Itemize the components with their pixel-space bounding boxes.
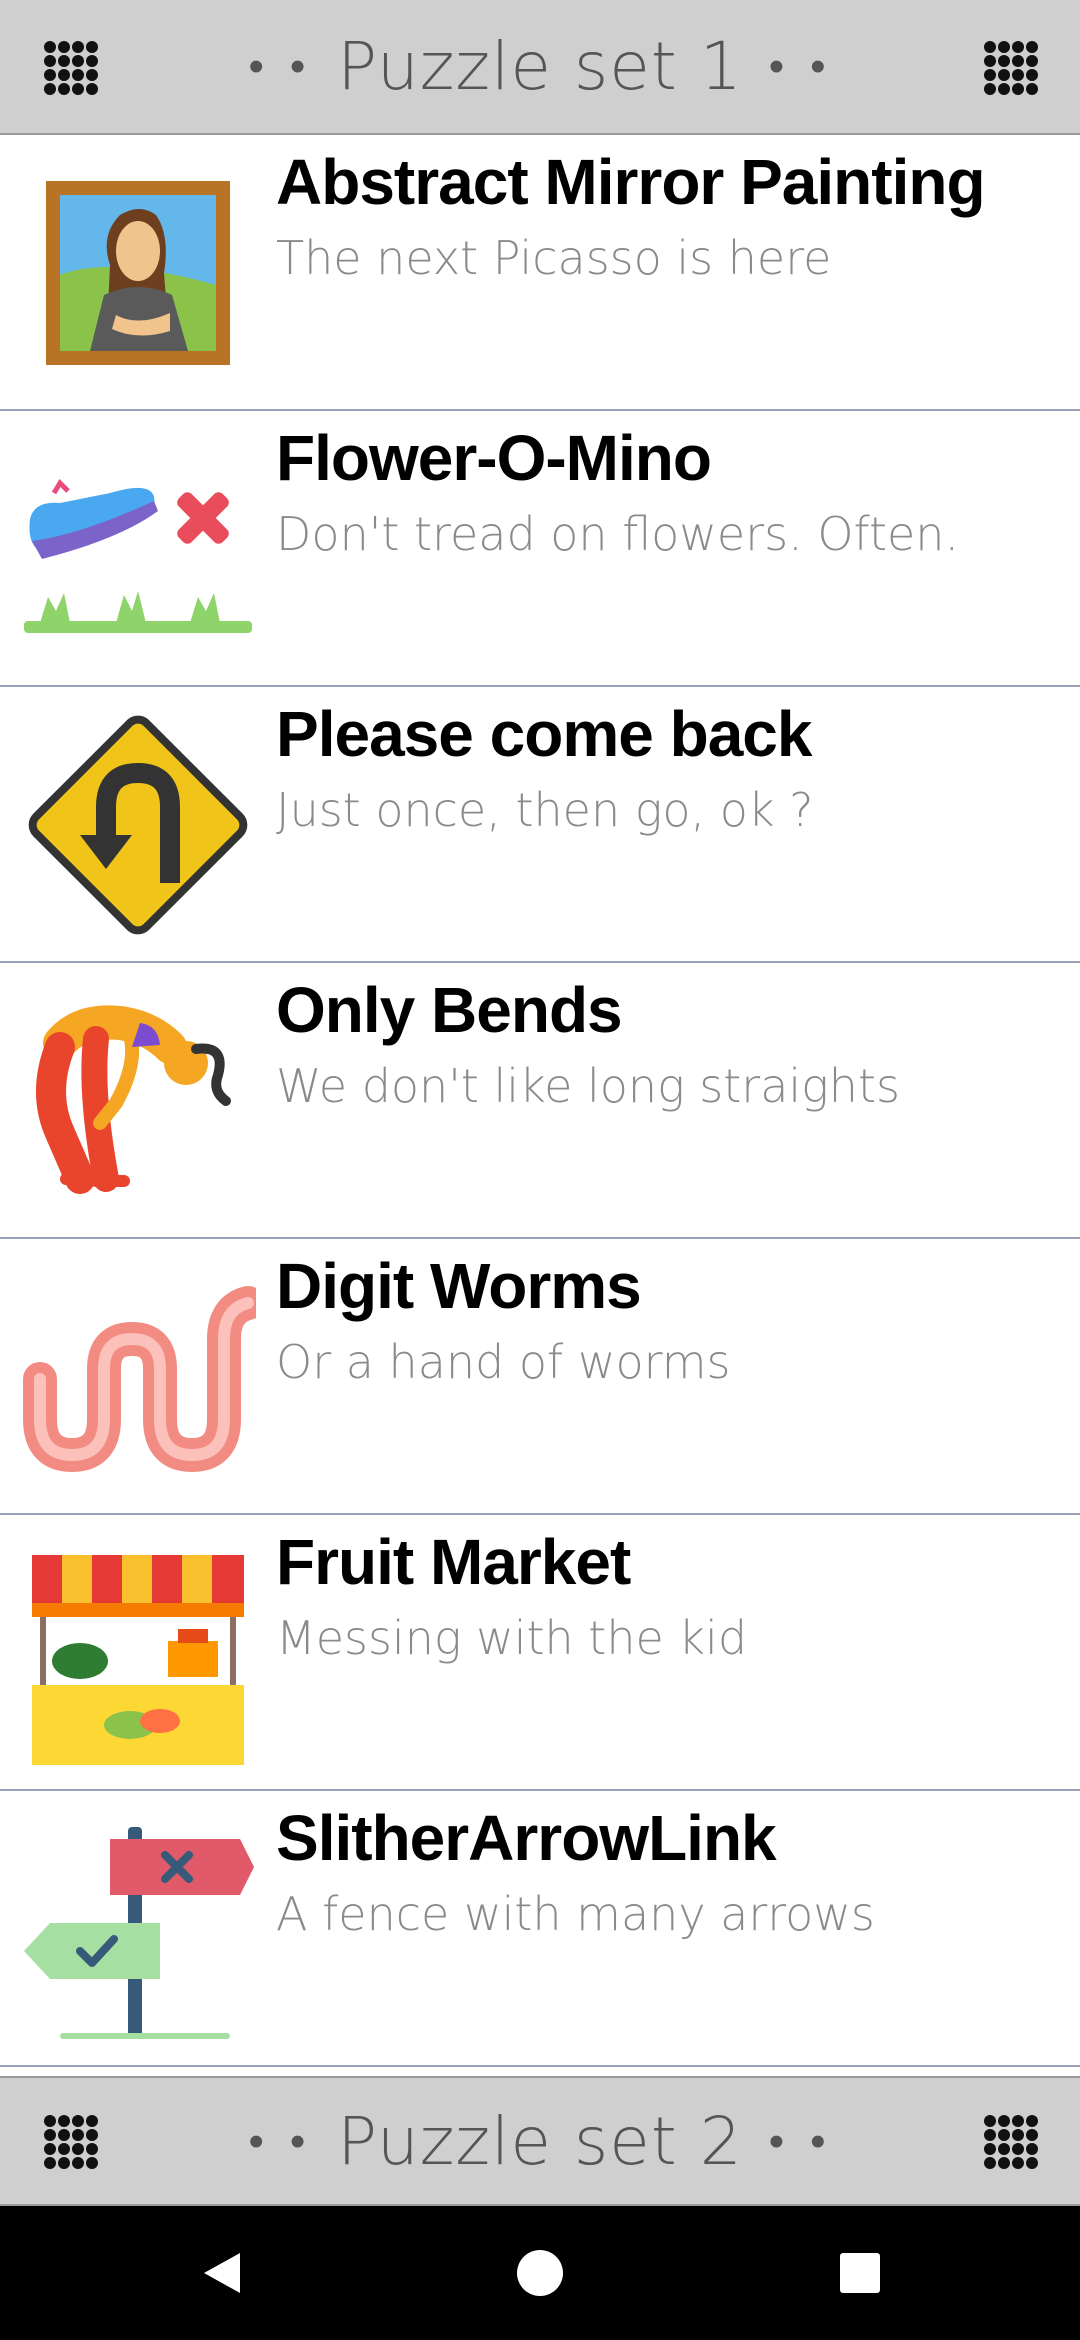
puzzle-item[interactable]: Abstract Mirror Painting The next Picass…	[0, 135, 1080, 411]
puzzle-subtitle: Don't tread on flowers. Often.	[276, 507, 960, 561]
puzzle-item[interactable]: Digit Worms Or a hand of worms	[0, 1239, 1080, 1515]
puzzle-title: Only Bends	[276, 974, 623, 1046]
set-title: Puzzle set 2	[337, 2102, 743, 2180]
shoe-on-grass-icon	[20, 431, 256, 667]
set-title-bar: • • Puzzle set 1 • •	[0, 0, 1080, 133]
grid-menu-icon[interactable]	[980, 2111, 1040, 2171]
recents-icon[interactable]	[839, 2252, 881, 2294]
puzzle-subtitle: Just once, then go, ok ?	[276, 783, 814, 837]
puzzle-subtitle: Or a hand of worms	[276, 1335, 731, 1389]
home-icon[interactable]	[516, 2249, 564, 2297]
puzzle-list: Abstract Mirror Painting The next Picass…	[0, 135, 1080, 2067]
signpost-icon	[20, 1811, 256, 2047]
system-navigation-bar	[0, 2206, 1080, 2340]
title-dots-left: • •	[248, 41, 312, 92]
puzzle-subtitle: The next Picasso is here	[276, 231, 832, 285]
bending-person-icon	[20, 983, 256, 1219]
puzzle-item[interactable]: Flower-O-Mino Don't tread on flowers. Of…	[0, 411, 1080, 687]
grid-menu-icon[interactable]	[980, 37, 1040, 97]
puzzle-title: Fruit Market	[276, 1526, 631, 1598]
puzzle-item[interactable]: Only Bends We don't like long straights	[0, 963, 1080, 1239]
u-turn-sign-icon	[20, 707, 256, 943]
mona-lisa-painting-icon	[20, 155, 256, 391]
puzzle-title: Flower-O-Mino	[276, 422, 712, 494]
puzzle-title: Please come back	[276, 698, 812, 770]
puzzle-item[interactable]: Fruit Market Messing with the kid	[0, 1515, 1080, 1791]
back-icon[interactable]	[200, 2249, 244, 2297]
puzzle-set-1-header[interactable]: • • Puzzle set 1 • •	[0, 0, 1080, 135]
puzzle-title: Digit Worms	[276, 1250, 642, 1322]
puzzle-set-2-header[interactable]: • • Puzzle set 2 • •	[0, 2076, 1080, 2206]
title-dots-right: • •	[768, 2115, 832, 2167]
puzzle-item[interactable]: Please come back Just once, then go, ok …	[0, 687, 1080, 963]
title-dots-right: • •	[768, 41, 832, 92]
puzzle-title: SlitherArrowLink	[276, 1802, 777, 1874]
puzzle-title: Abstract Mirror Painting	[276, 146, 986, 218]
puzzle-subtitle: Messing with the kid	[276, 1611, 748, 1665]
market-stall-icon	[20, 1535, 256, 1771]
worm-icon	[20, 1259, 256, 1495]
title-dots-left: • •	[248, 2115, 312, 2167]
puzzle-subtitle: A fence with many arrows	[276, 1887, 875, 1941]
puzzle-item[interactable]: SlitherArrowLink A fence with many arrow…	[0, 1791, 1080, 2067]
set-title-bar: • • Puzzle set 2 • •	[0, 2078, 1080, 2204]
set-title: Puzzle set 1	[337, 28, 743, 105]
puzzle-subtitle: We don't like long straights	[276, 1059, 900, 1113]
